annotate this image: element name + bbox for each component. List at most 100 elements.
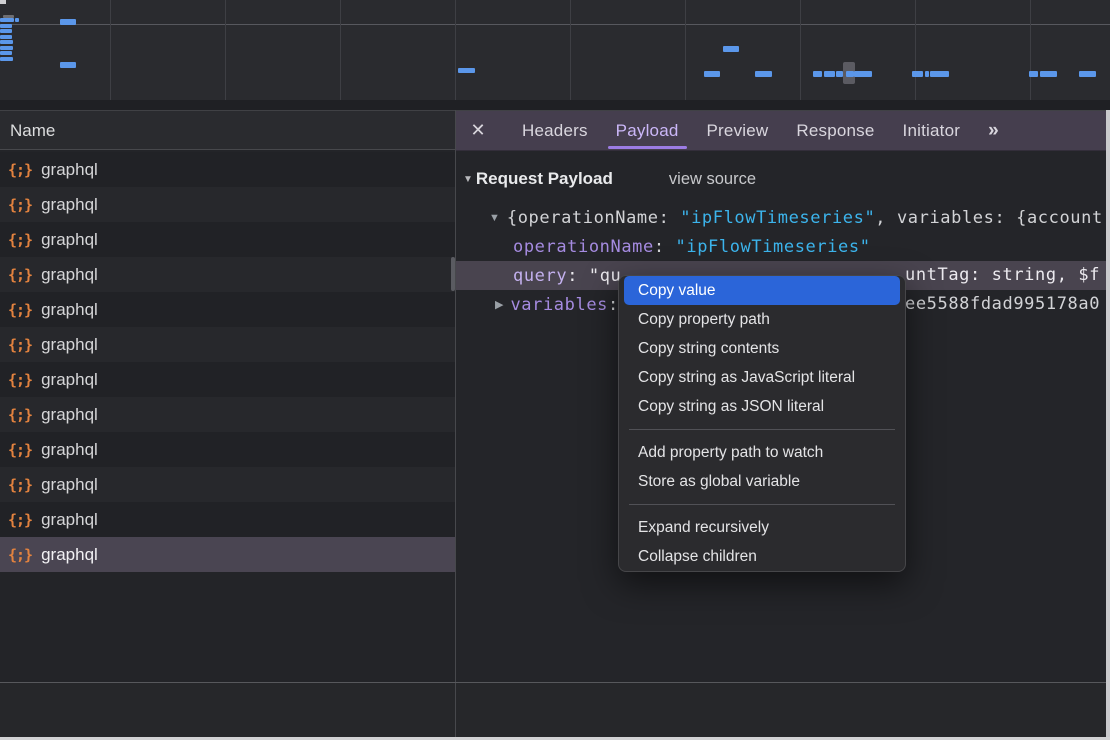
tab-payload[interactable]: Payload <box>602 111 693 151</box>
name-column-header[interactable]: Name <box>0 111 455 150</box>
request-timing-bar <box>813 71 822 77</box>
request-timing-bar <box>0 51 12 55</box>
json-braces-icon: {;} <box>8 476 32 494</box>
property-key: query <box>513 266 567 286</box>
request-name-label: graphql <box>41 370 98 390</box>
value-preview-clipped-right: ee5588fdad995178a0 <box>905 290 1100 319</box>
request-row[interactable]: {;} graphql <box>0 327 455 362</box>
chevron-double-right-icon: » <box>988 120 997 141</box>
request-name-label: graphql <box>41 300 98 320</box>
json-braces-icon: {;} <box>8 336 32 354</box>
json-braces-icon: {;} <box>8 441 32 459</box>
request-row[interactable]: {;} graphql <box>0 292 455 327</box>
collapsed-triangle-icon[interactable]: ▶ <box>495 298 503 311</box>
json-braces-icon: {;} <box>8 266 32 284</box>
preview-text: {operationName: <box>507 208 680 228</box>
json-braces-icon: {;} <box>8 196 32 214</box>
context-menu-item[interactable]: Collapse children <box>619 542 905 571</box>
request-rows: {;} graphql {;} graphql {;} graphql {;} … <box>0 152 455 572</box>
more-tabs-button[interactable]: » <box>988 120 997 142</box>
close-details-button[interactable]: ✕ <box>456 120 500 141</box>
context-menu-item[interactable]: Expand recursively <box>619 513 905 542</box>
request-timing-bar <box>0 29 12 33</box>
tab-headers[interactable]: Headers <box>508 111 602 151</box>
section-expander-icon[interactable]: ▼ <box>463 174 473 185</box>
preview-text-tail: , variables: {account <box>875 208 1103 228</box>
tree-row-root-object[interactable]: ▼ {operationName: "ipFlowTimeseries", va… <box>456 203 1106 232</box>
request-name-label: graphql <box>41 160 98 180</box>
request-row[interactable]: {;} graphql <box>0 362 455 397</box>
json-braces-icon: {;} <box>8 371 32 389</box>
key-separator: : <box>567 266 589 286</box>
request-timing-bar <box>60 19 76 25</box>
request-row[interactable]: {;} graphql <box>0 502 455 537</box>
context-menu: Copy valueCopy property pathCopy string … <box>618 275 906 572</box>
request-name-label: graphql <box>41 510 98 530</box>
request-timing-bar <box>1079 71 1096 77</box>
request-timing-bar <box>0 40 13 44</box>
request-timing-bar <box>930 71 949 77</box>
network-overview-minimap[interactable] <box>0 0 1110 100</box>
request-row[interactable]: {;} graphql <box>0 537 455 572</box>
request-row[interactable]: {;} graphql <box>0 152 455 187</box>
timeline-gridline <box>570 0 571 110</box>
request-timing-bar <box>0 57 13 61</box>
expanded-triangle-icon[interactable]: ▼ <box>489 212 500 224</box>
timeline-gridline <box>685 0 686 110</box>
timeline-gridline <box>915 0 916 110</box>
request-timing-bar <box>15 18 19 22</box>
request-row[interactable]: {;} graphql <box>0 432 455 467</box>
request-timing-bar <box>1029 71 1038 77</box>
context-menu-item[interactable]: Copy string as JavaScript literal <box>619 363 905 392</box>
timeline-gridline <box>1030 0 1031 110</box>
request-timing-bar <box>912 71 923 77</box>
context-menu-item[interactable]: Copy string contents <box>619 334 905 363</box>
context-menu-item[interactable]: Copy value <box>624 276 900 305</box>
json-braces-icon: {;} <box>8 161 32 179</box>
timeline-gridline <box>110 0 111 110</box>
request-payload-section-header[interactable]: ▼ Request Payload view source <box>456 168 756 190</box>
overview-lane-divider <box>0 24 1110 25</box>
property-key: operationName <box>513 237 654 257</box>
request-name-label: graphql <box>41 230 98 250</box>
tab-preview[interactable]: Preview <box>693 111 783 151</box>
request-name-label: graphql <box>41 265 98 285</box>
view-source-link[interactable]: view source <box>669 170 756 189</box>
json-braces-icon: {;} <box>8 546 32 564</box>
request-timing-bar <box>458 68 475 73</box>
request-name-label: graphql <box>41 195 98 215</box>
request-timing-bar <box>836 71 843 77</box>
request-row[interactable]: {;} graphql <box>0 257 455 292</box>
menu-divider <box>629 429 895 430</box>
json-braces-icon: {;} <box>8 301 32 319</box>
overview-axis-strip <box>0 100 1110 110</box>
requests-table: Name {;} graphql {;} graphql {;} graphql… <box>0 110 455 737</box>
context-menu-item[interactable]: Store as global variable <box>619 467 905 496</box>
request-timing-bar <box>60 62 76 68</box>
tree-row-operation-name[interactable]: operationName: "ipFlowTimeseries" <box>456 232 1106 261</box>
devtools-network-panel: Name {;} graphql {;} graphql {;} graphql… <box>0 0 1110 740</box>
property-key: variables <box>510 295 608 315</box>
context-menu-item[interactable]: Add property path to watch <box>619 438 905 467</box>
context-menu-item[interactable]: Copy property path <box>619 305 905 334</box>
tab-initiator[interactable]: Initiator <box>889 111 975 151</box>
request-timing-bar <box>846 71 854 77</box>
string-value-clipped-right: untTag: string, $f <box>905 261 1100 290</box>
request-name-label: graphql <box>41 405 98 425</box>
request-timing-bar <box>854 71 872 77</box>
request-timing-bar <box>0 46 13 50</box>
section-title: Request Payload <box>476 169 613 189</box>
json-braces-icon: {;} <box>8 406 32 424</box>
request-row[interactable]: {;} graphql <box>0 467 455 502</box>
details-tab-bar: ✕ HeadersPayloadPreviewResponseInitiator… <box>456 111 1106 151</box>
request-timing-bar <box>755 71 772 77</box>
request-timing-bar <box>0 24 12 28</box>
context-menu-item[interactable]: Copy string as JSON literal <box>619 392 905 421</box>
request-row[interactable]: {;} graphql <box>0 397 455 432</box>
string-value-start: "qu <box>589 266 622 286</box>
request-row[interactable]: {;} graphql <box>0 222 455 257</box>
menu-divider <box>629 504 895 505</box>
tab-response[interactable]: Response <box>782 111 888 151</box>
close-icon: ✕ <box>470 120 485 140</box>
request-row[interactable]: {;} graphql <box>0 187 455 222</box>
